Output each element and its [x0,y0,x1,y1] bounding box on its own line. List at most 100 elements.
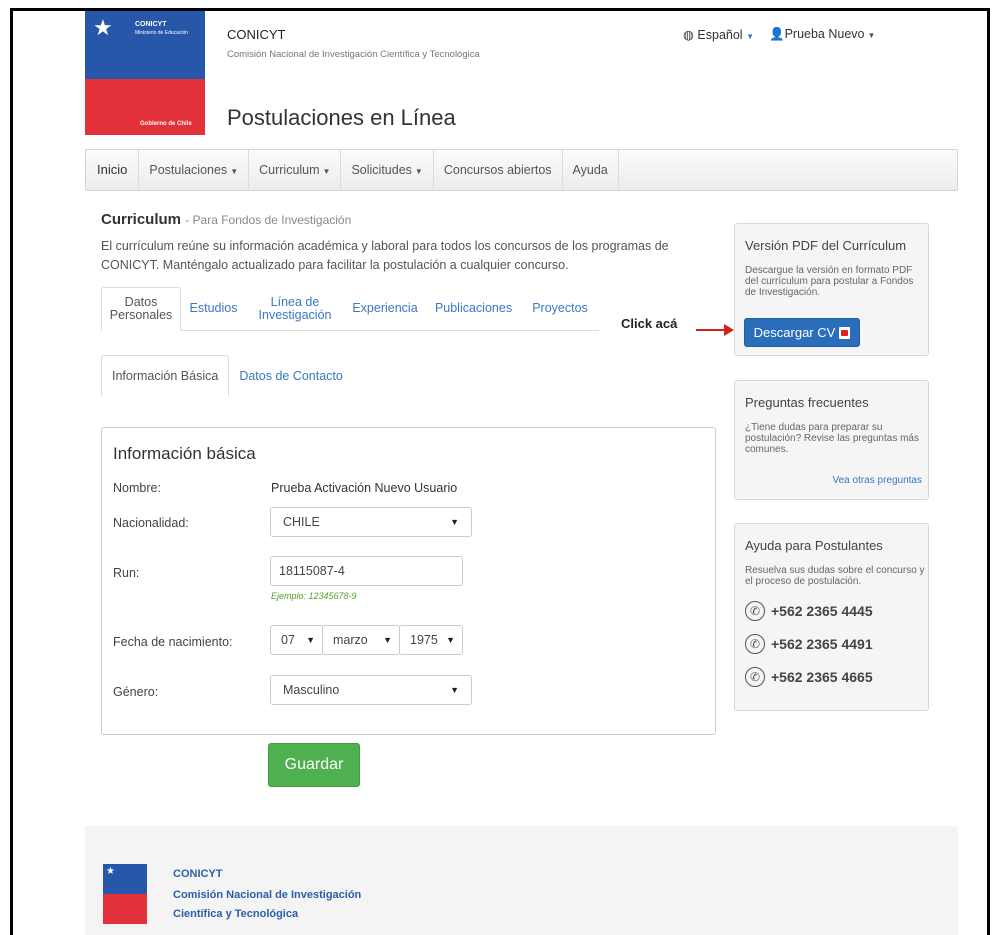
chevron-down-icon: ▼ [414,167,423,176]
nav-inicio[interactable]: Inicio [86,150,140,190]
tab-label: Datos [124,295,158,309]
language-dropdown[interactable]: ◍ Español ▼ [683,27,754,42]
tab-label: Proyectos [532,301,588,315]
footer-org-name-line2: Científica y Tecnológica [173,908,299,920]
chevron-down-icon: ▼ [383,635,392,645]
nombre-label: Nombre: [113,481,161,495]
tab-datos-personales[interactable]: Datos Personales [101,287,181,331]
input-value: 18115087-4 [279,564,345,578]
select-value: 07 [281,633,295,647]
nacionalidad-select[interactable]: CHILE ▼ [270,507,472,537]
curriculum-tabs: Datos Personales Estudios Línea de Investi… [101,287,599,331]
faq-box-text: ¿Tiene dudas para preparar su postulació… [745,422,919,455]
phone-label: +562 2365 4491 [771,636,873,652]
nacionalidad-label: Nacionalidad: [113,516,189,530]
select-value: Masculino [283,683,340,697]
browser-frame: ★ CONICYT Ministerio de Educación Gobier… [10,8,990,935]
nav-label: Curriculum [259,163,320,177]
chevron-down-icon: ▼ [322,167,331,176]
phone-icon: ✆ [745,634,765,654]
genero-label: Género: [113,685,159,699]
arrow-annotation-line [696,329,726,331]
pdf-box-title: Versión PDF del Currículum [745,238,907,253]
click-here-annotation: Click acá [621,316,678,331]
save-button[interactable]: Guardar [268,743,360,787]
tab-proyectos[interactable]: Proyectos [521,287,599,331]
chevron-down-icon: ▼ [867,31,876,40]
app-title: Postulaciones en Línea [227,105,456,130]
user-name: Prueba Nuevo [784,27,865,41]
tab-publicaciones[interactable]: Publicaciones [426,287,521,331]
phone-number[interactable]: ✆ +562 2365 4491 [745,634,873,654]
page-title-main: Curriculum [101,211,182,228]
select-value: 1975 [410,633,438,647]
nav-postulaciones[interactable]: Postulaciones ▼ [139,150,250,190]
nav-solicitudes[interactable]: Solicitudes ▼ [341,150,434,190]
panel-title: Información básica [113,444,256,463]
footer-org-name-line1: Comisión Nacional de Investigación [173,889,362,901]
tab-label: Personales [109,308,173,322]
tab-experiencia[interactable]: Experiencia [344,287,426,331]
birth-day-select[interactable]: 07 ▼ [270,625,323,655]
nombre-value: Prueba Activación Nuevo Usuario [271,481,458,495]
globe-icon: ◍ [683,28,694,42]
logo-org-text: CONICYT [135,21,167,28]
intro-text: El currículum reúne su información acadé… [101,239,669,272]
phone-number[interactable]: ✆ +562 2365 4445 [745,601,873,621]
footer-logo: ★ [103,864,147,924]
run-label: Run: [113,566,140,580]
subtabs: Información Básica Datos de Contacto [101,355,353,397]
tab-label: Datos de Contacto [239,369,343,383]
phone-number[interactable]: ✆ +562 2365 4665 [745,667,873,687]
brand-name: CONICYT [227,27,286,42]
help-box-text: Resuelva sus dudas sobre el concurso y e… [745,565,925,587]
logo-government-text: Gobierno de Chile [140,121,192,127]
phone-label: +562 2365 4445 [771,603,873,619]
fecha-nacimiento-label: Fecha de nacimiento: [113,635,233,649]
arrow-right-icon [724,324,734,336]
tab-label: Línea de [270,294,320,309]
nav-ayuda[interactable]: Ayuda [563,150,619,190]
tab-label: Estudios [189,301,238,315]
run-hint: Ejemplo: 12345678-9 [271,591,357,601]
tab-datos-contacto[interactable]: Datos de Contacto [229,355,353,397]
tab-informacion-basica[interactable]: Información Básica [101,355,230,397]
nav-label: Concursos abiertos [443,163,552,177]
tab-estudios[interactable]: Estudios [181,287,246,331]
tab-label: Investigación [258,307,332,322]
pdf-box-text: Descargue la versión en formato PDF del … [745,265,914,298]
footer: ★ CONICYT Comisión Nacional de Investiga… [85,826,958,935]
select-value: CHILE [283,515,320,529]
tab-label: Publicaciones [434,301,513,315]
tab-linea-investigacion[interactable]: Línea de Investigación [246,287,344,331]
chevron-down-icon: ▼ [746,32,754,41]
user-menu[interactable]: 👤Prueba Nuevo ▼ [769,27,875,42]
pdf-icon [839,326,851,339]
faq-box: Preguntas frecuentes ¿Tiene dudas para p… [734,380,929,500]
nav-concursos-abiertos[interactable]: Concursos abiertos [434,150,563,190]
button-label: Descargar CV [753,325,836,340]
birth-year-select[interactable]: 1975 ▼ [399,625,463,655]
language-label: Español [697,28,743,42]
conicyt-logo[interactable]: ★ CONICYT Ministerio de Educación Gobier… [85,11,205,135]
logo-shield: ★ [85,11,129,51]
tab-label: Experiencia [352,301,418,315]
page-title-subtitle: - Para Fondos de Investigación [185,213,352,227]
page-title: Curriculum - Para Fondos de Investigació… [101,211,351,228]
download-cv-button[interactable]: Descargar CV [744,318,860,347]
help-box: Ayuda para Postulantes Resuelva sus duda… [734,523,929,711]
pdf-cv-box: Versión PDF del Currículum Descargue la … [734,223,929,356]
phone-icon: ✆ [745,601,765,621]
run-input[interactable]: 18115087-4 [270,556,463,586]
genero-select[interactable]: Masculino ▼ [270,675,472,705]
user-icon: 👤 [769,27,785,41]
birth-month-select[interactable]: marzo ▼ [322,625,400,655]
tab-label: Información Básica [112,369,219,383]
phone-icon: ✆ [745,667,765,687]
chevron-down-icon: ▼ [446,635,455,645]
nav-curriculum[interactable]: Curriculum ▼ [249,150,342,190]
select-value: marzo [333,633,368,647]
nav-label: Ayuda [572,163,608,177]
nav-label: Inicio [97,162,128,177]
more-questions-link[interactable]: Vea otras preguntas [832,475,922,486]
